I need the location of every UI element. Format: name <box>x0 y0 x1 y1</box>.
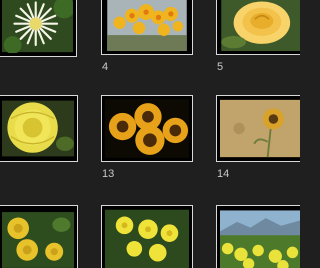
yellow-dahlia-icon <box>2 100 74 157</box>
gallery-item-label: 13 <box>102 168 115 180</box>
photo-gallery-grid: 4 5 13 14 <box>0 0 300 268</box>
gallery-thumbnail-primroses[interactable] <box>101 205 193 268</box>
gallery-thumbnail-landscape[interactable] <box>216 205 300 268</box>
yellow-dahlias-field-icon <box>2 212 74 268</box>
yellow-flowers-landscape-icon <box>220 210 300 268</box>
sunflower-painting-icon <box>220 99 300 158</box>
yellow-rose-icon <box>221 0 300 51</box>
gallery-thumbnail-5[interactable] <box>216 0 300 55</box>
white-daisy-flower-icon <box>2 0 73 53</box>
gallery-thumbnail-4[interactable] <box>101 0 193 55</box>
gallery-item-label: 5 <box>217 61 224 73</box>
sunflowers-icon <box>105 99 189 158</box>
gallery-thumbnail-dahlias-field[interactable] <box>0 205 78 268</box>
yellow-primroses-icon <box>105 209 189 268</box>
gallery-thumbnail-13[interactable] <box>101 95 193 162</box>
gallery-item-label: 4 <box>102 61 109 73</box>
gallery-thumbnail-dahlia[interactable] <box>0 95 78 162</box>
gallery-thumbnail-1[interactable] <box>0 0 77 57</box>
gallery-item-label: 14 <box>217 168 230 180</box>
yellow-daffodils-icon <box>107 0 187 51</box>
gallery-thumbnail-14[interactable] <box>216 95 300 162</box>
